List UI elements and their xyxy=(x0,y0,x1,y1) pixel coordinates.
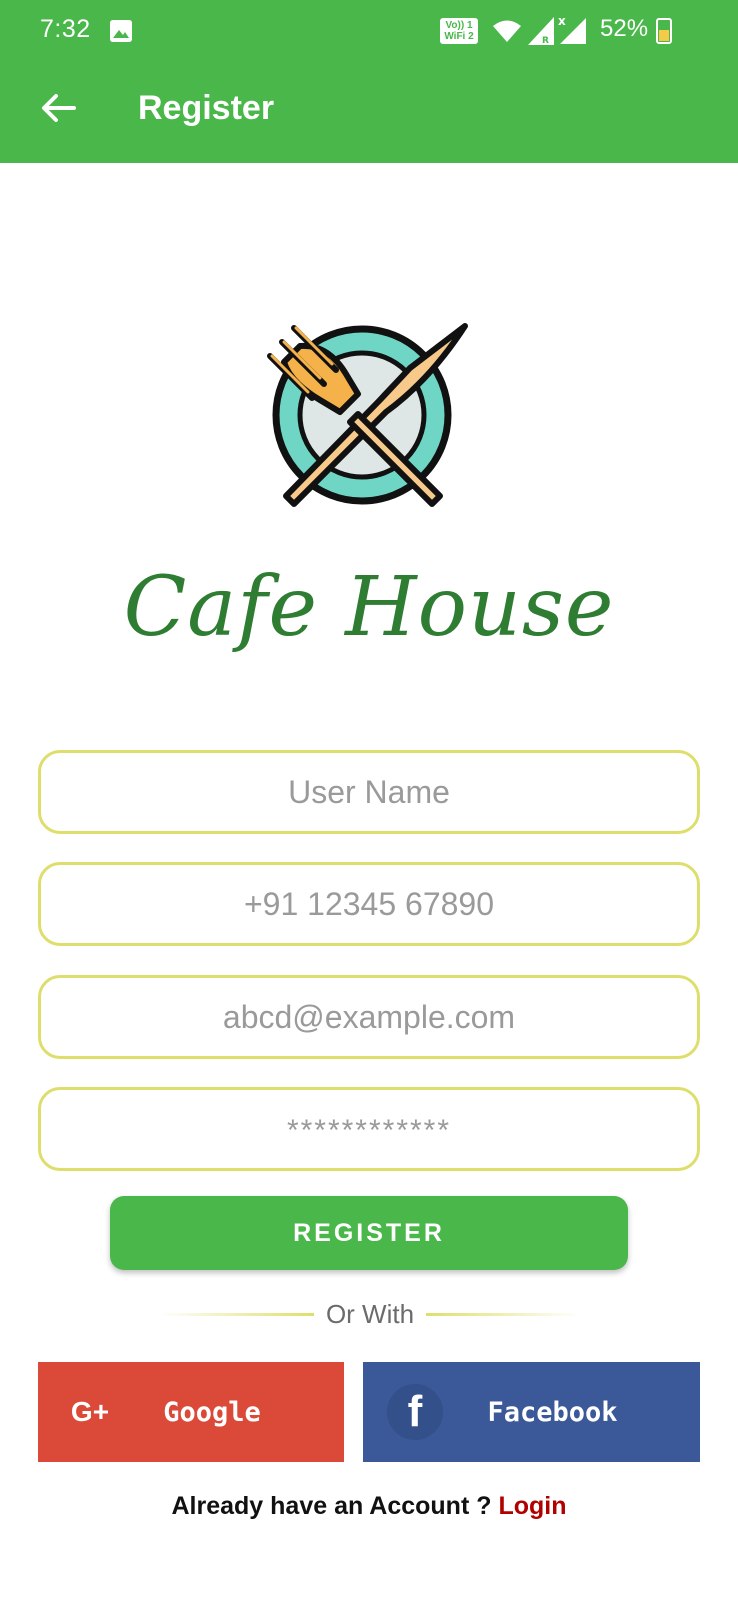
register-button[interactable]: REGISTER xyxy=(110,1196,628,1270)
network-badge: Vo)) 1 WiFi 2 xyxy=(440,18,478,44)
facebook-button[interactable]: f Facebook xyxy=(363,1362,700,1462)
status-time: 7:32 xyxy=(40,15,91,43)
google-button[interactable]: G+ Google xyxy=(38,1362,344,1462)
google-plus-glyph: G+ xyxy=(70,1396,110,1427)
divider-line-left xyxy=(160,1312,314,1316)
username-input[interactable] xyxy=(41,773,697,811)
google-button-label: Google xyxy=(163,1396,261,1428)
svg-text:R: R xyxy=(542,36,549,45)
network-badge-top: Vo)) 1 xyxy=(445,20,473,31)
status-bar: 7:32 Vo)) 1 WiFi 2 R x 52% xyxy=(0,0,738,64)
or-with-label: Or With xyxy=(325,1298,415,1329)
facebook-icon-circle: f xyxy=(387,1384,443,1440)
svg-text:x: x xyxy=(558,14,566,28)
network-badge-bottom: WiFi 2 xyxy=(444,31,474,42)
image-icon xyxy=(110,20,132,42)
page-title: Register xyxy=(138,89,275,127)
password-field[interactable] xyxy=(38,1087,700,1171)
email-input[interactable] xyxy=(41,998,697,1036)
divider-line-right xyxy=(426,1312,581,1316)
plate-fork-knife-logo xyxy=(260,320,480,520)
phone-field[interactable] xyxy=(38,862,700,946)
register-screen: 7:32 Vo)) 1 WiFi 2 R x 52% Register Cafe… xyxy=(0,0,738,1600)
brand-name: Cafe House xyxy=(123,560,615,655)
phone-input[interactable] xyxy=(41,885,697,923)
password-input[interactable] xyxy=(41,1110,697,1148)
login-prompt: Already have an Account ? Login xyxy=(0,1492,738,1521)
battery-icon xyxy=(656,18,672,44)
signal-x-icon: x xyxy=(558,14,586,49)
top-bar: 7:32 Vo)) 1 WiFi 2 R x 52% Register xyxy=(0,0,738,163)
arrow-left-icon xyxy=(42,94,76,122)
facebook-button-label: Facebook xyxy=(487,1396,618,1428)
email-field[interactable] xyxy=(38,975,700,1059)
signal-icon: R xyxy=(528,17,554,50)
google-plus-icon: G+ xyxy=(60,1396,120,1428)
facebook-glyph: f xyxy=(407,1387,423,1436)
login-link[interactable]: Login xyxy=(498,1492,566,1520)
app-bar: Register xyxy=(0,64,738,163)
login-prompt-text: Already have an Account ? xyxy=(171,1492,499,1520)
or-with-divider: Or With xyxy=(160,1296,581,1332)
back-button[interactable] xyxy=(36,86,80,130)
battery-percent: 52% xyxy=(600,15,649,42)
wifi-icon xyxy=(492,18,522,49)
username-field[interactable] xyxy=(38,750,700,834)
facebook-icon: f xyxy=(385,1384,445,1440)
